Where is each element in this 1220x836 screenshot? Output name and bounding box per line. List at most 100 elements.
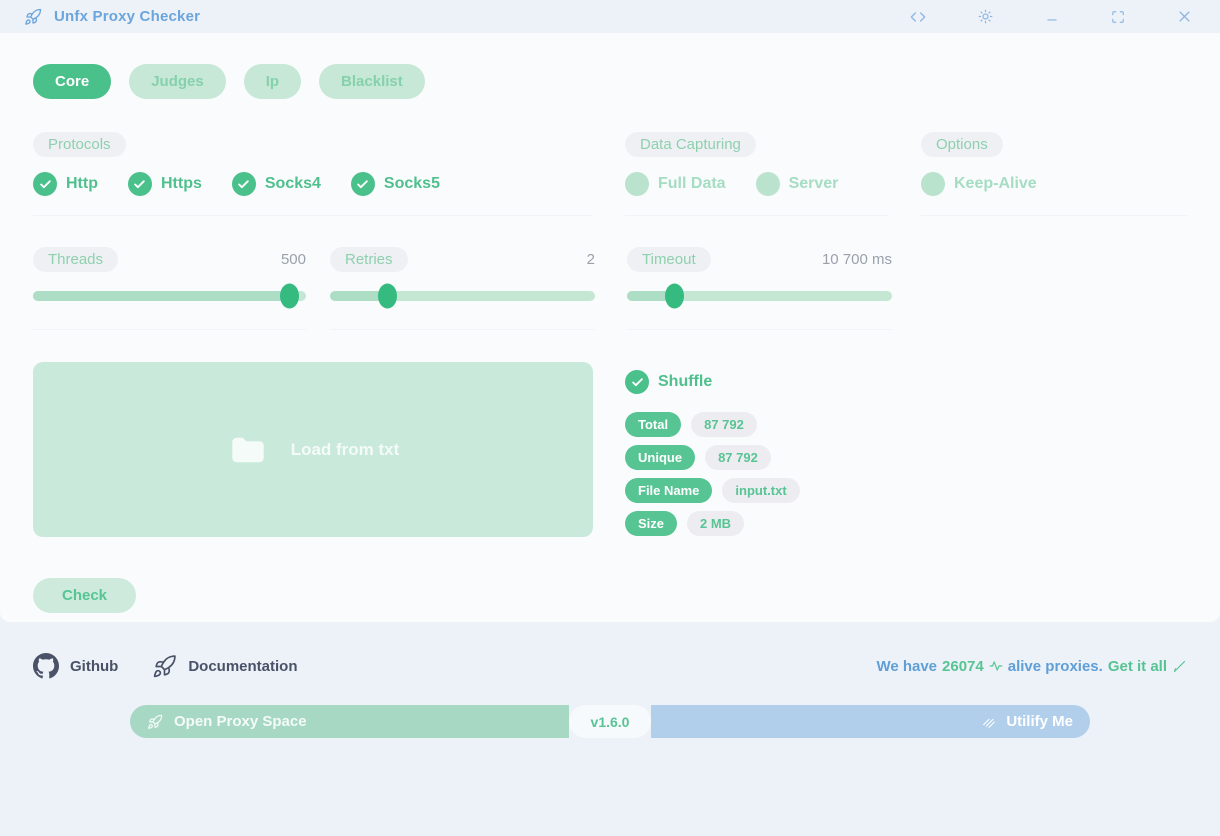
checkbox-label: Socks5: [383, 175, 440, 192]
pen-icon: [1172, 659, 1187, 674]
timeout-slider-group: Timeout 10 700 ms: [627, 247, 892, 330]
sliders-row: Threads 500 Retries 2 Timeout 10 700 ms: [33, 247, 1187, 330]
retries-slider-group: Retries 2: [330, 247, 595, 330]
threads-slider[interactable]: [33, 283, 306, 309]
maximize-button[interactable]: [1097, 6, 1139, 28]
github-icon: [33, 653, 59, 679]
stat-key-badge: File Name: [625, 478, 713, 503]
rocket-icon: [147, 714, 163, 730]
check-button[interactable]: Check: [33, 578, 137, 613]
stat-row-total: Total 87 792: [625, 412, 1187, 437]
github-link[interactable]: Github: [33, 653, 118, 679]
retries-slider-thumb[interactable]: [378, 283, 398, 309]
checkbox-label: Shuffle: [658, 373, 713, 390]
main-content: Core Judges Ip Blacklist Protocols Http …: [0, 33, 1220, 622]
data-capturing-section: Data Capturing Full Data Server: [625, 132, 889, 216]
titlebar-left: Unfx Proxy Checker: [24, 8, 200, 26]
documentation-link[interactable]: Documentation: [152, 654, 298, 679]
checkbox-label: Keep-Alive: [954, 175, 1037, 192]
theme-toggle-icon[interactable]: [964, 5, 1007, 28]
version-label: v1.6.0: [590, 713, 630, 730]
version-badge: v1.6.0: [569, 705, 651, 738]
stat-value-badge: input.txt: [722, 478, 800, 503]
protocol-https-checkbox[interactable]: Https: [127, 172, 202, 196]
checkbox-checked-icon: [33, 172, 57, 196]
tab-core[interactable]: Core: [33, 64, 112, 99]
github-label: Github: [70, 657, 119, 675]
protocol-socks5-checkbox[interactable]: Socks5: [350, 172, 440, 196]
app-title: Unfx Proxy Checker: [54, 8, 201, 25]
full-data-checkbox[interactable]: Full Data: [625, 172, 726, 196]
alive-middle: alive proxies.: [1007, 657, 1103, 675]
tab-ip[interactable]: Ip: [243, 64, 302, 99]
retries-label: Retries: [330, 247, 408, 272]
protocol-socks4-checkbox[interactable]: Socks4: [231, 172, 321, 196]
open-proxy-space-link[interactable]: Open Proxy Space: [130, 705, 569, 738]
timeout-slider-head: Timeout 10 700 ms: [627, 247, 892, 272]
retries-slider[interactable]: [330, 283, 595, 309]
folder-icon: [227, 429, 269, 471]
retries-slider-head: Retries 2: [330, 247, 595, 272]
shuffle-checkbox[interactable]: Shuffle: [625, 370, 1187, 394]
retries-slider-fill: [330, 283, 398, 309]
data-capturing-section-label: Data Capturing: [625, 132, 756, 157]
tab-bar: Core Judges Ip Blacklist: [33, 64, 1187, 99]
footer: Github Documentation We have 26074 alive…: [0, 653, 1220, 738]
load-from-txt-dropzone[interactable]: Load from txt: [33, 362, 593, 537]
checkbox-unchecked-icon: [755, 172, 780, 196]
stat-row-size: Size 2 MB: [625, 511, 1187, 536]
server-checkbox[interactable]: Server: [755, 172, 839, 196]
threads-slider-thumb[interactable]: [279, 283, 299, 309]
stat-row-unique: Unique 87 792: [625, 445, 1187, 470]
threads-label: Threads: [33, 247, 119, 272]
data-capturing-checkboxes: Full Data Server: [625, 172, 889, 196]
footer-links-row: Github Documentation We have 26074 alive…: [33, 653, 1187, 679]
alive-proxies-banner: We have 26074 alive proxies. Get it all: [876, 658, 1187, 675]
stat-key-badge: Unique: [625, 445, 696, 470]
keep-alive-checkbox[interactable]: Keep-Alive: [921, 172, 1037, 196]
timeout-value: 10 700 ms: [821, 251, 892, 268]
close-button[interactable]: [1163, 5, 1206, 28]
protocols-section: Protocols Http Https Socks4 Socks5: [33, 132, 593, 216]
stat-value-badge: 87 792: [691, 412, 757, 437]
stat-row-file-name: File Name input.txt: [625, 478, 1187, 503]
file-stats: Total 87 792 Unique 87 792 File Name inp…: [625, 412, 1187, 536]
pulse-icon: [989, 659, 1003, 673]
checkbox-unchecked-icon: [625, 172, 649, 196]
dropzone-label: Load from txt: [290, 439, 400, 459]
file-info-panel: Shuffle Total 87 792 Unique 87 792 File …: [625, 362, 1187, 544]
timeout-slider[interactable]: [627, 283, 892, 309]
tab-blacklist[interactable]: Blacklist: [319, 64, 425, 99]
stat-key-badge: Total: [625, 412, 682, 437]
get-it-all-link[interactable]: Get it all: [1108, 658, 1167, 675]
protocols-section-label: Protocols: [33, 132, 126, 157]
threads-value: 500: [280, 251, 306, 268]
stat-key-badge: Size: [625, 511, 678, 536]
utilify-me-label: Utilify Me: [1006, 713, 1073, 730]
timeout-slider-thumb[interactable]: [664, 283, 684, 309]
options-section-label: Options: [921, 132, 1003, 157]
protocols-checkboxes: Http Https Socks4 Socks5: [33, 172, 593, 196]
input-row: Load from txt Shuffle Total 87 792 Uniqu…: [33, 362, 1187, 544]
checkbox-checked-icon: [127, 172, 152, 196]
hatch-icon: [981, 714, 997, 730]
checkbox-checked-icon: [625, 370, 649, 394]
tab-judges[interactable]: Judges: [129, 64, 226, 99]
open-proxy-space-label: Open Proxy Space: [174, 713, 307, 730]
threads-slider-head: Threads 500: [33, 247, 306, 272]
timeout-slider-fill: [627, 283, 684, 309]
options-section: Options Keep-Alive: [921, 132, 1187, 216]
timeout-label: Timeout: [627, 247, 711, 272]
documentation-label: Documentation: [188, 657, 298, 675]
utilify-me-link[interactable]: Utilify Me: [651, 705, 1090, 738]
threads-slider-group: Threads 500: [33, 247, 306, 330]
devtools-icon[interactable]: [896, 5, 940, 29]
alive-count: 26074: [942, 657, 984, 675]
checkbox-label: Server: [788, 175, 839, 192]
minimize-button[interactable]: [1031, 6, 1073, 28]
threads-slider-fill: [33, 283, 299, 309]
protocol-http-checkbox[interactable]: Http: [33, 172, 98, 196]
bottom-bar: Open Proxy Space v1.6.0 Utilify Me: [130, 705, 1090, 738]
documentation-rocket-icon: [152, 654, 177, 679]
checkbox-label: Https: [160, 175, 202, 192]
